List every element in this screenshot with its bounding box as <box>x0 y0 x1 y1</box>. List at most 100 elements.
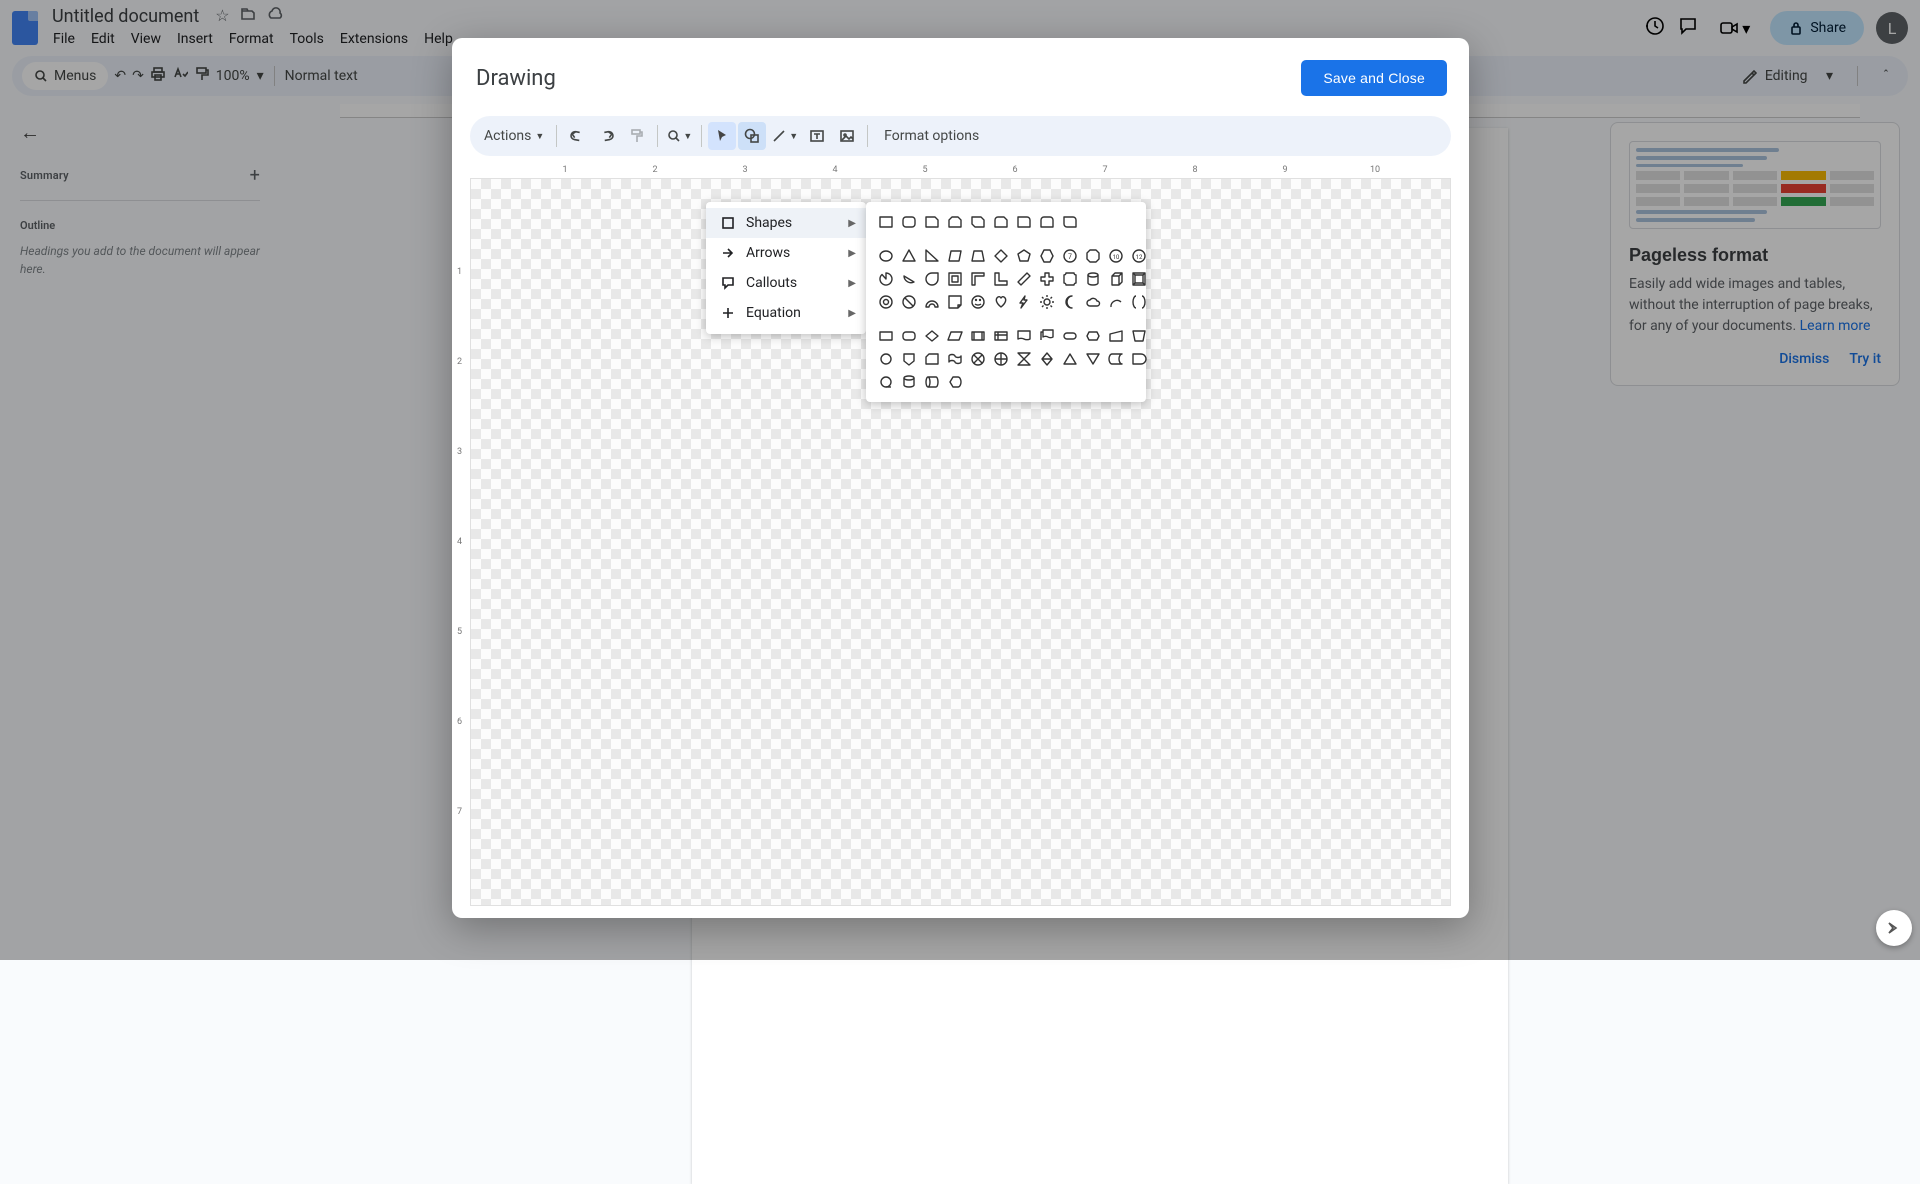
shape-tool-button[interactable] <box>738 122 766 150</box>
shape-parallelogram[interactable] <box>945 246 965 266</box>
shape-flow-extract[interactable] <box>1060 349 1080 369</box>
format-options-button[interactable]: Format options <box>874 122 989 150</box>
shapes-icon <box>720 215 736 231</box>
shape-flow-manual-input[interactable] <box>1106 326 1126 346</box>
shape-smiley[interactable] <box>968 292 988 312</box>
shape-dodecagon[interactable]: 12 <box>1129 246 1149 266</box>
shape-flow-merge[interactable] <box>1083 349 1103 369</box>
shape-snip-round[interactable] <box>991 212 1011 232</box>
shape-flow-internal[interactable] <box>991 326 1011 346</box>
shape-block-arc[interactable] <box>922 292 942 312</box>
shape-flow-manual-op[interactable] <box>1129 326 1149 346</box>
paint-format-button[interactable] <box>623 122 651 150</box>
shape-snip-single[interactable] <box>922 212 942 232</box>
shape-triangle[interactable] <box>899 246 919 266</box>
undo-button[interactable] <box>563 122 591 150</box>
shape-can[interactable] <box>1083 269 1103 289</box>
shape-flow-decision[interactable] <box>922 326 942 346</box>
shape-round-same[interactable] <box>1037 212 1057 232</box>
zoom-dropdown[interactable]: ▼ <box>664 122 695 150</box>
shape-sun[interactable] <box>1037 292 1057 312</box>
shape-flow-collate[interactable] <box>1014 349 1034 369</box>
shape-teardrop[interactable] <box>922 269 942 289</box>
equation-icon <box>720 305 736 321</box>
line-tool-button[interactable]: ▼ <box>768 122 801 150</box>
submenu-arrow-icon: ▶ <box>848 308 856 319</box>
shape-arc[interactable] <box>1106 292 1126 312</box>
callouts-icon <box>720 275 736 291</box>
save-and-close-button[interactable]: Save and Close <box>1301 60 1447 96</box>
shape-flow-tape[interactable] <box>945 349 965 369</box>
shape-right-triangle[interactable] <box>922 246 942 266</box>
shape-l-shape[interactable] <box>991 269 1011 289</box>
shape-flow-prep[interactable] <box>1083 326 1103 346</box>
shape-rectangle[interactable] <box>876 212 896 232</box>
shape-flow-predef[interactable] <box>968 326 988 346</box>
menu-callouts[interactable]: Callouts ▶ <box>706 268 866 298</box>
shape-flow-sort[interactable] <box>1037 349 1057 369</box>
shape-heptagon[interactable]: 7 <box>1060 246 1080 266</box>
shape-flow-seq-storage[interactable] <box>876 372 896 392</box>
shape-flow-terminator[interactable] <box>1060 326 1080 346</box>
shape-trapezoid[interactable] <box>968 246 988 266</box>
shape-flow-stored[interactable] <box>1106 349 1126 369</box>
submenu-arrow-icon: ▶ <box>848 248 856 259</box>
shape-donut[interactable] <box>876 292 896 312</box>
horizontal-ruler[interactable]: 1 2 3 4 5 6 7 8 9 10 <box>470 162 1451 178</box>
shape-decagon[interactable]: 10 <box>1106 246 1126 266</box>
shape-heart[interactable] <box>991 292 1011 312</box>
drawing-toolbar: Actions▼ ▼ ▼ Format options <box>470 116 1451 156</box>
shape-cross[interactable] <box>1037 269 1057 289</box>
actions-dropdown[interactable]: Actions▼ <box>478 122 550 150</box>
shape-frame[interactable] <box>945 269 965 289</box>
shape-chord[interactable] <box>899 269 919 289</box>
shape-diag-stripe[interactable] <box>1014 269 1034 289</box>
shape-flow-data[interactable] <box>945 326 965 346</box>
image-tool-button[interactable] <box>833 122 861 150</box>
textbox-tool-button[interactable] <box>803 122 831 150</box>
menu-equation-label: Equation <box>746 305 801 321</box>
select-tool-button[interactable] <box>708 122 736 150</box>
submenu-arrow-icon: ▶ <box>848 278 856 289</box>
shape-folded-corner[interactable] <box>945 292 965 312</box>
shape-snip-diag[interactable] <box>968 212 988 232</box>
shape-diamond[interactable] <box>991 246 1011 266</box>
shape-bracket-pair[interactable] <box>1129 292 1149 312</box>
shape-moon[interactable] <box>1060 292 1080 312</box>
shape-octagon[interactable] <box>1083 246 1103 266</box>
shape-flow-direct-storage[interactable] <box>922 372 942 392</box>
menu-arrows[interactable]: Arrows ▶ <box>706 238 866 268</box>
shape-no-symbol[interactable] <box>899 292 919 312</box>
shape-flow-mag-disk[interactable] <box>899 372 919 392</box>
shape-flow-doc[interactable] <box>1014 326 1034 346</box>
menu-equation[interactable]: Equation ▶ <box>706 298 866 328</box>
shape-round-diag[interactable] <box>1060 212 1080 232</box>
shape-flow-alt[interactable] <box>899 326 919 346</box>
shape-ellipse[interactable] <box>876 246 896 266</box>
shape-flow-offpage[interactable] <box>899 349 919 369</box>
shape-lightning[interactable] <box>1014 292 1034 312</box>
shape-half-frame[interactable] <box>968 269 988 289</box>
shape-round-single[interactable] <box>1014 212 1034 232</box>
shape-snip-same[interactable] <box>945 212 965 232</box>
menu-shapes[interactable]: Shapes ▶ <box>706 208 866 238</box>
explore-fab[interactable] <box>1876 910 1912 946</box>
shape-flow-delay[interactable] <box>1129 349 1149 369</box>
shape-flow-display[interactable] <box>945 372 965 392</box>
shape-rounded-rect[interactable] <box>899 212 919 232</box>
shape-flow-sum[interactable] <box>968 349 988 369</box>
shape-flow-multidoc[interactable] <box>1037 326 1057 346</box>
shape-flow-process[interactable] <box>876 326 896 346</box>
redo-button[interactable] <box>593 122 621 150</box>
shape-cloud[interactable] <box>1083 292 1103 312</box>
shape-flow-connector[interactable] <box>876 349 896 369</box>
shape-pentagon[interactable] <box>1014 246 1034 266</box>
shape-flow-or[interactable] <box>991 349 1011 369</box>
shape-plaque[interactable] <box>1060 269 1080 289</box>
shape-pie[interactable] <box>876 269 896 289</box>
shape-flow-card[interactable] <box>922 349 942 369</box>
shape-bevel[interactable] <box>1129 269 1149 289</box>
vertical-ruler[interactable]: 1 2 3 4 5 6 7 <box>454 162 470 906</box>
shape-hexagon[interactable] <box>1037 246 1057 266</box>
shape-cube[interactable] <box>1106 269 1126 289</box>
